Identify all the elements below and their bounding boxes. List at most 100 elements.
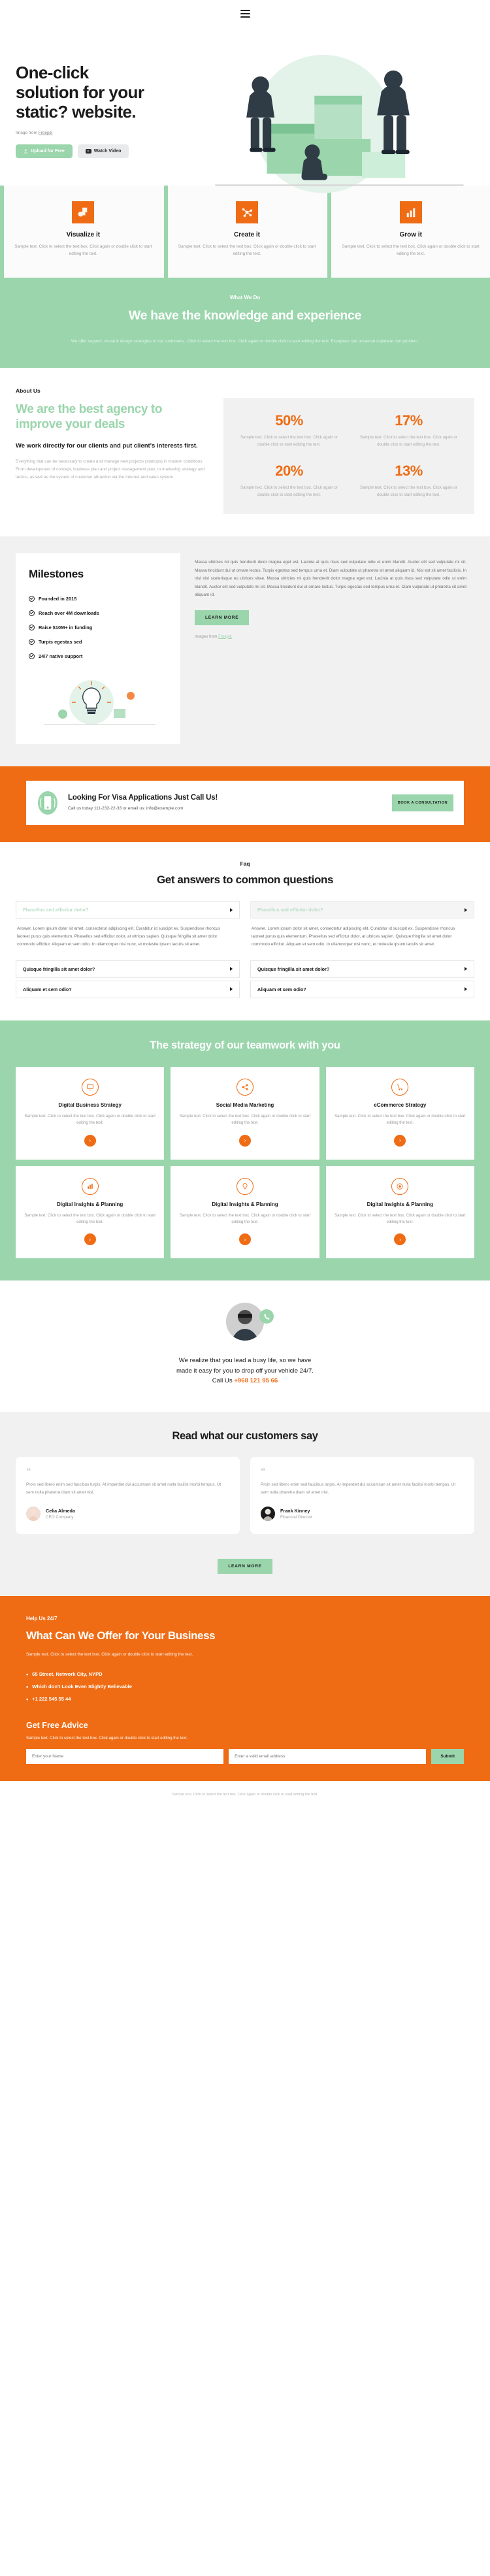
testimonial-author: Celia Almeda CEO Company xyxy=(26,1507,229,1522)
strategy-card[interactable]: Digital Business Strategy Sample text. C… xyxy=(16,1066,165,1160)
what-we-do-section: What We Do We have the knowledge and exp… xyxy=(0,277,490,368)
bottom-bar-text: Sample text. Click to select the text bo… xyxy=(172,1792,318,1797)
strategy-card[interactable]: eCommerce Strategy Sample text. Click to… xyxy=(325,1066,474,1160)
learn-more-button[interactable]: LEARN MORE xyxy=(218,1559,272,1574)
about-heading: We are the best agency to improve your d… xyxy=(16,402,163,432)
feature-card[interactable]: Visualize it Sample text. Click to selec… xyxy=(0,186,163,278)
contact-note: Which don't Look Even Slightly Believabl… xyxy=(32,1684,133,1690)
learn-more-button[interactable]: LEARN MORE xyxy=(195,610,250,625)
strategy-desc: Sample text. Click to select the text bo… xyxy=(24,1213,155,1224)
hamburger-menu-icon[interactable] xyxy=(240,10,250,18)
check-circle-icon xyxy=(29,610,35,616)
testimonials-heading: Read what our customers say xyxy=(172,1430,318,1443)
people-moving-boxes-illustration xyxy=(215,54,464,193)
list-item: Turpis egestas sed xyxy=(29,634,169,649)
author-role: CEO Company xyxy=(46,1515,74,1520)
strategy-card[interactable]: Social Media Marketing Sample text. Clic… xyxy=(171,1066,319,1160)
footer-section: Help Us 24/7 What Can We Offer for Your … xyxy=(0,1596,490,1781)
check-circle-icon xyxy=(29,624,35,630)
video-play-icon xyxy=(85,149,91,154)
feature-desc: Sample text. Click to select the text bo… xyxy=(14,244,152,257)
author-name: Frank Kinney xyxy=(280,1508,310,1514)
strategy-title: Digital Business Strategy xyxy=(58,1101,122,1108)
visualize-nodes-icon xyxy=(72,201,95,224)
faq-question-closed[interactable]: Aliquam et sem odio? xyxy=(16,980,240,998)
arrow-right-icon[interactable]: › xyxy=(238,1233,251,1246)
list-item-label: 24\7 native support xyxy=(39,653,83,659)
stat-item: 13% Sample text. Click to select the tex… xyxy=(353,463,464,498)
faq-question-label: Aliquam et sem odio? xyxy=(257,986,306,992)
testimonial-text: Proin sed libero enim sed faucibus turpi… xyxy=(26,1482,221,1495)
stats-grid: 50% Sample text. Click to select the tex… xyxy=(223,398,474,515)
testimonial-card: “ Proin sed libero enim sed faucibus tur… xyxy=(250,1457,474,1535)
strategy-card[interactable]: Digital Insights & Planning Sample text.… xyxy=(325,1166,474,1259)
availability-line1: We realize that you lead a busy life, so… xyxy=(178,1357,312,1365)
arrow-right-icon[interactable]: › xyxy=(394,1233,406,1246)
call-cta-heading: Looking For Visa Applications Just Call … xyxy=(68,794,218,802)
testimonial-card: “ Proin sed libero enim sed faucibus tur… xyxy=(16,1457,240,1535)
credit-link[interactable]: Freepik xyxy=(39,131,53,135)
chevron-right-icon xyxy=(465,907,467,912)
hero-image-credit: Image from Freepik xyxy=(16,131,146,135)
top-navbar xyxy=(0,0,490,27)
faq-section: Faq Get answers to common questions Phas… xyxy=(0,842,490,1020)
call-cta-text: Call us today 111-232-22-33 or email us:… xyxy=(68,806,184,811)
phone-number[interactable]: +968 121 95 66 xyxy=(234,1377,278,1384)
landing-page: One-click solution for your static? webs… xyxy=(0,0,490,1810)
strategy-desc: Sample text. Click to select the text bo… xyxy=(24,1113,155,1126)
faq-answer: Answer. Lorem ipsum dolor sit amet, cons… xyxy=(17,926,221,947)
name-input[interactable] xyxy=(26,1748,224,1764)
list-item: +1 222 545 55 44 xyxy=(26,1693,464,1705)
list-item: Founded in 2015 xyxy=(29,591,169,606)
watch-label: Watch Video xyxy=(93,149,122,154)
feature-title: Visualize it xyxy=(66,231,101,239)
testimonial-text: Proin sed libero enim sed faucibus turpi… xyxy=(261,1482,456,1495)
section-subtext: We offer support, visual & design strate… xyxy=(71,338,419,344)
chevron-right-icon xyxy=(230,987,233,992)
faq-question-open[interactable]: Phasellus sed efficitur dolor? xyxy=(16,901,240,919)
faq-question-label: Quisque fringilla sit amet dolor? xyxy=(23,966,95,972)
strategy-grid: Digital Business Strategy Sample text. C… xyxy=(16,1066,474,1259)
contact-phone[interactable]: +1 222 545 55 44 xyxy=(32,1696,71,1702)
strategy-card[interactable]: Digital Insights & Planning Sample text.… xyxy=(16,1166,165,1259)
credit-prefix: Image from xyxy=(16,131,39,136)
list-item: 65 Street, Network City, NYPD xyxy=(26,1668,464,1680)
strategy-section: The strategy of our teamwork with you Di… xyxy=(0,1020,490,1281)
faq-answer: Answer. Lorem ipsum dolor sit amet, cons… xyxy=(252,926,455,947)
page-title: One-click solution for your static? webs… xyxy=(16,63,144,122)
faq-question-closed[interactable]: Aliquam et sem odio? xyxy=(250,980,474,998)
quote-mark-icon: “ xyxy=(26,1466,31,1478)
email-input[interactable] xyxy=(229,1748,427,1764)
check-circle-icon xyxy=(29,638,35,645)
watch-video-button[interactable]: Watch Video xyxy=(77,144,129,159)
section-heading: We have the knowledge and experience xyxy=(128,308,362,323)
faq-heading: Get answers to common questions xyxy=(156,873,334,887)
arrow-right-icon[interactable]: › xyxy=(394,1134,406,1147)
arrow-right-icon[interactable]: › xyxy=(238,1134,251,1147)
faq-question-open[interactable]: Phasellus sed efficitur dolor? xyxy=(250,901,474,919)
faq-question-closed[interactable]: Quisque fringilla sit amet dolor? xyxy=(250,960,474,978)
footer-form: Submit xyxy=(26,1748,464,1764)
availability-call-line: Call Us +968 121 95 66 xyxy=(16,1376,474,1386)
stat-desc: Sample text. Click to select the text bo… xyxy=(360,485,457,497)
strategy-heading: The strategy of our teamwork with you xyxy=(150,1039,340,1051)
milestones-card: Milestones Founded in 2015 Reach over 4M… xyxy=(16,553,180,745)
faq-question-label: Phasellus sed efficitur dolor? xyxy=(23,907,89,913)
credit-link[interactable]: Freepik xyxy=(218,634,232,639)
list-item-label: Raise $10M+ in funding xyxy=(39,624,93,630)
book-consultation-button[interactable]: BOOK A CONSULTATION xyxy=(391,794,453,812)
strategy-card[interactable]: Digital Insights & Planning Sample text.… xyxy=(171,1166,319,1259)
check-circle-icon xyxy=(29,653,35,659)
stat-desc: Sample text. Click to select the text bo… xyxy=(360,435,457,447)
testimonials-section: Read what our customers say “ Proin sed … xyxy=(0,1412,490,1597)
chevron-right-icon xyxy=(465,987,467,992)
upload-for-free-button[interactable]: Upload for Free xyxy=(16,144,73,159)
submit-button[interactable]: Submit xyxy=(431,1748,464,1764)
testimonials-cta: LEARN MORE xyxy=(16,1548,474,1574)
faq-question-closed[interactable]: Quisque fringilla sit amet dolor? xyxy=(16,960,240,978)
arrow-right-icon[interactable]: › xyxy=(84,1134,96,1147)
faq-question-label: Quisque fringilla sit amet dolor? xyxy=(257,966,330,972)
milestones-list: Founded in 2015 Reach over 4M downloads … xyxy=(29,591,169,663)
arrow-right-icon[interactable]: › xyxy=(84,1233,96,1246)
stat-value: 17% xyxy=(395,412,423,429)
